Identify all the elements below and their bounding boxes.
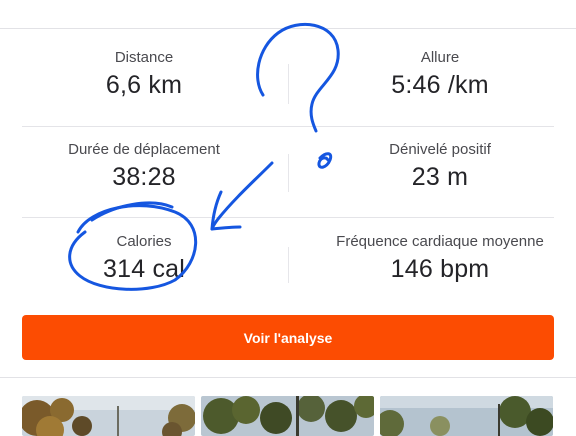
stat-label: Calories xyxy=(116,233,172,250)
column-divider xyxy=(288,154,289,192)
photo-thumbnail-3[interactable] xyxy=(380,396,553,436)
column-divider xyxy=(288,64,289,104)
stat-heart-rate: Fréquence cardiaque moyenne 146 bpm xyxy=(296,233,576,284)
view-analysis-label: Voir l'analyse xyxy=(243,329,333,346)
top-divider xyxy=(0,28,576,29)
stat-value: 5:46 /km xyxy=(391,71,489,99)
photo-thumbnail-2[interactable] xyxy=(201,396,374,436)
stat-label: Allure xyxy=(420,49,460,66)
stat-pace: Allure 5:46 /km xyxy=(296,49,576,100)
stat-label: Fréquence cardiaque moyenne xyxy=(336,233,544,250)
row-divider xyxy=(22,217,554,218)
photo-image xyxy=(22,396,195,436)
stat-value: 38:28 xyxy=(112,163,176,191)
stat-value: 146 bpm xyxy=(390,255,490,283)
column-divider xyxy=(288,247,289,283)
stat-label: Dénivelé positif xyxy=(389,141,491,158)
view-analysis-button[interactable]: Voir l'analyse xyxy=(22,315,554,360)
photo-image xyxy=(380,396,553,436)
photo-image xyxy=(201,396,374,436)
stat-label: Durée de déplacement xyxy=(68,141,220,158)
row-divider xyxy=(22,126,554,127)
stat-value: 6,6 km xyxy=(105,71,183,99)
photo-thumbnail-1[interactable] xyxy=(22,396,195,436)
arrow-head-bottom xyxy=(210,225,242,231)
stat-calories: Calories 314 cal xyxy=(0,233,288,284)
stat-label: Distance xyxy=(114,49,174,66)
arrow-head-left xyxy=(210,190,223,231)
section-divider xyxy=(0,377,576,378)
stat-moving-time: Durée de déplacement 38:28 xyxy=(0,141,288,192)
stat-distance: Distance 6,6 km xyxy=(0,49,288,100)
stat-value: 23 m xyxy=(411,163,469,191)
stat-value: 314 cal xyxy=(102,255,185,283)
stat-elevation: Dénivelé positif 23 m xyxy=(296,141,576,192)
